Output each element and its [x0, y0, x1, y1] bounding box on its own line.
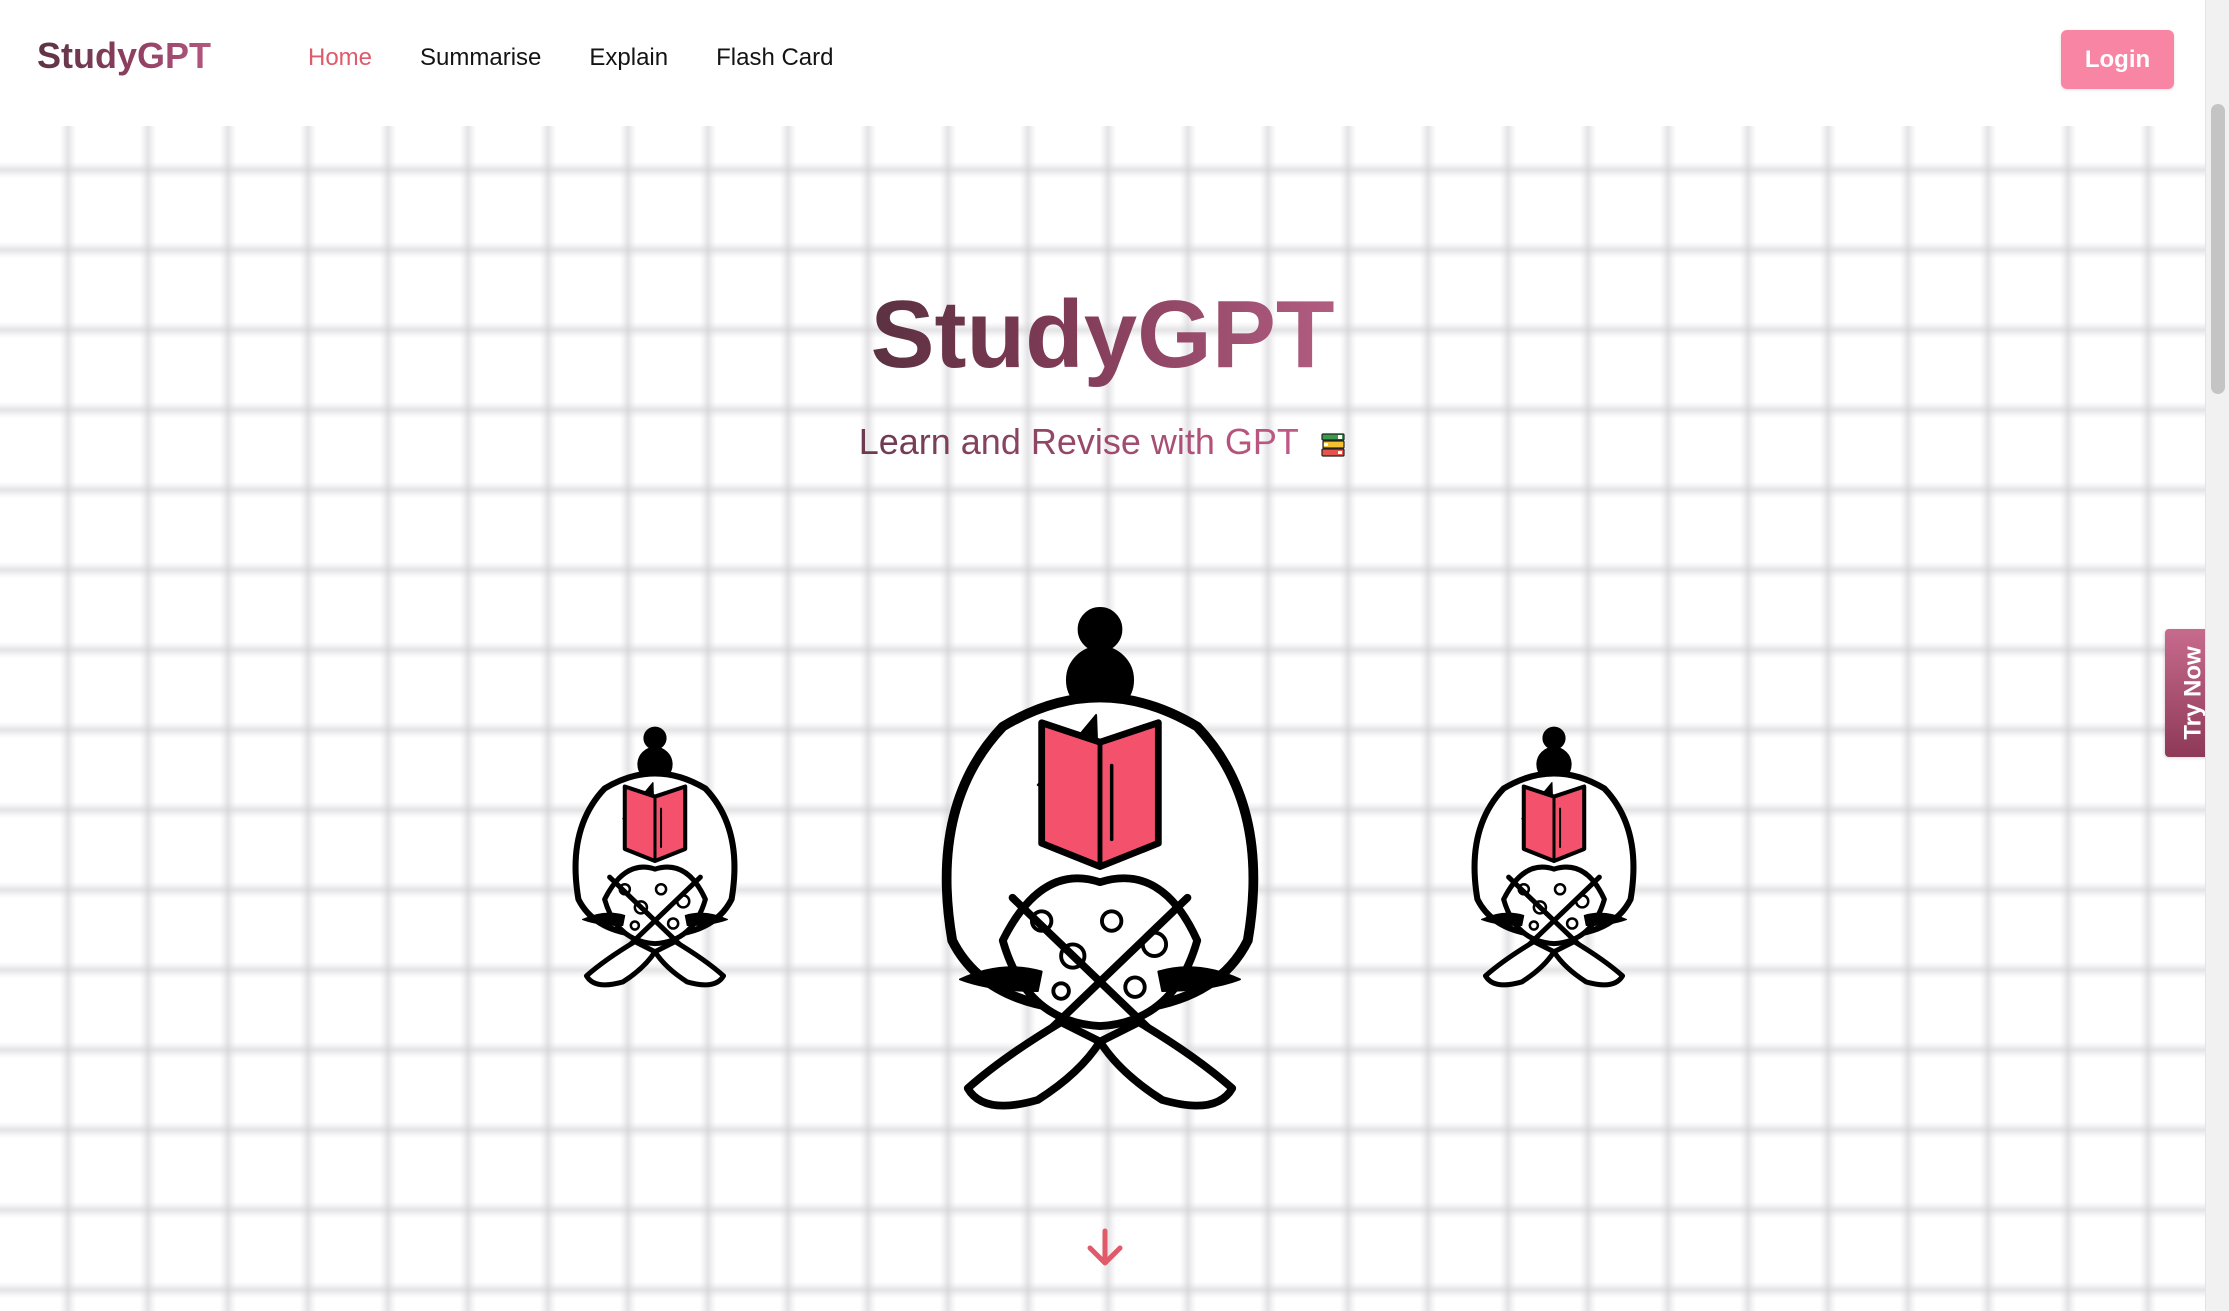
nav-link-explain[interactable]: Explain: [589, 44, 668, 73]
hero-title-text: StudyGPT: [870, 281, 1335, 388]
nav-link-home[interactable]: Home: [308, 44, 372, 73]
login-button[interactable]: Login: [2061, 30, 2174, 89]
reading-person-illustration: [572, 726, 738, 988]
hero-subtitle: Learn and Revise with GPT: [0, 420, 2205, 463]
nav-links: Home Summarise Explain Flash Card: [308, 44, 833, 73]
books-icon: [1321, 433, 1345, 457]
navbar: StudyGPT Home Summarise Explain Flash Ca…: [0, 0, 2205, 126]
hero-subtitle-text: Learn and Revise with GPT: [858, 421, 1299, 462]
nav-link-summarise[interactable]: Summarise: [420, 44, 541, 73]
nav-link-flash-card[interactable]: Flash Card: [716, 44, 833, 73]
arrow-down-icon[interactable]: [1085, 1228, 1125, 1268]
scrollbar-thumb[interactable]: [2211, 104, 2225, 394]
brand-logo[interactable]: StudyGPT: [37, 36, 211, 76]
scrollbar[interactable]: [2205, 0, 2229, 1311]
hero-title: StudyGPT: [0, 282, 2205, 388]
try-now-label: Try Now: [2180, 646, 2208, 740]
reading-person-illustration: [1471, 726, 1637, 988]
reading-person-illustration: [941, 607, 1259, 1110]
